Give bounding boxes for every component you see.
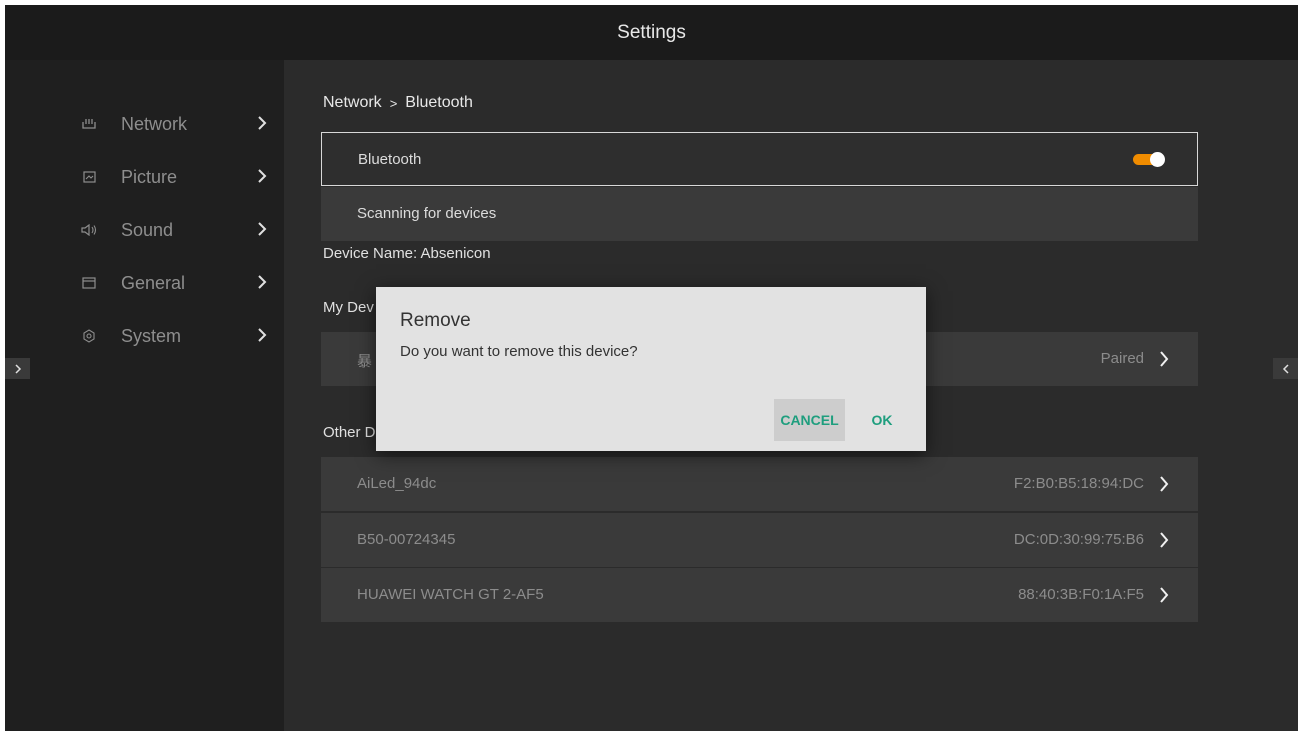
bluetooth-label: Bluetooth [358,151,422,168]
sidebar-item-label: Network [121,114,188,134]
sidebar-item-system[interactable]: System [5,316,284,356]
scanning-label: Scanning for devices [357,205,497,222]
sidebar-item-label: System [121,326,182,346]
sidebar-item-general[interactable]: General [5,263,284,303]
chevron-right-icon [258,275,267,289]
title-bar: Settings [5,5,1298,60]
device-name-value: Absenicon [420,245,491,262]
my-devices-header: My Dev [323,299,374,316]
chevron-right-icon [258,222,267,236]
chevron-right-icon [14,363,21,374]
dialog-title: Remove [400,310,471,331]
sidebar-item-label: Sound [121,220,174,240]
device-mac: F2:B0:B5:18:94:DC [1013,475,1144,492]
system-icon [81,328,97,344]
chevron-right-icon [1160,587,1169,603]
device-name: HUAWEI WATCH GT 2-AF5 [357,586,544,603]
device-name: AiLed_94dc [357,475,437,492]
chevron-left-icon [1282,363,1289,374]
chevron-right-icon [258,116,267,130]
device-mac: 88:40:3B:F0:1A:F5 [1018,586,1144,603]
settings-window: Settings Network Picture Sound General S… [5,5,1298,731]
general-icon [81,275,97,291]
cancel-button[interactable]: CANCEL [774,399,845,441]
sidebar-item-label: Picture [121,167,178,187]
chevron-right-icon [1160,351,1169,367]
scanning-row[interactable]: Scanning for devices [321,187,1198,241]
page-title: Settings [617,21,686,43]
bluetooth-toggle[interactable] [1133,152,1167,167]
network-icon [81,116,97,132]
device-name: 暴 [357,353,373,370]
breadcrumb-parent[interactable]: Network [323,94,382,112]
ok-button[interactable]: OK [857,399,907,441]
other-devices-header: Other D [323,424,376,441]
chevron-right-icon [258,328,267,342]
remove-device-dialog: Remove Do you want to remove this device… [376,287,926,451]
sound-icon [81,222,97,238]
device-name-line: Device Name: Absenicon [323,245,491,262]
breadcrumb-current: Bluetooth [405,94,473,111]
device-mac: DC:0D:30:99:75:B6 [1013,531,1144,548]
breadcrumb: Network > Bluetooth [323,94,473,112]
device-row[interactable]: HUAWEI WATCH GT 2-AF5 88:40:3B:F0:1A:F5 [321,568,1198,622]
picture-icon [81,169,97,185]
chevron-right-icon [258,169,267,183]
toggle-knob [1150,152,1165,167]
bluetooth-toggle-row[interactable]: Bluetooth [321,132,1198,186]
expand-sidebar-button[interactable] [5,358,30,379]
chevron-right-icon [1160,532,1169,548]
device-row[interactable]: B50-00724345 DC:0D:30:99:75:B6 [321,513,1198,567]
expand-right-panel-button[interactable] [1273,358,1298,379]
device-row[interactable]: AiLed_94dc F2:B0:B5:18:94:DC [321,457,1198,511]
dialog-message: Do you want to remove this device? [400,343,638,360]
sidebar-item-picture[interactable]: Picture [5,157,284,197]
sidebar-item-label: General [121,273,186,293]
device-status: Paired [1100,350,1144,367]
sidebar-item-network[interactable]: Network [5,104,284,144]
sidebar-item-sound[interactable]: Sound [5,210,284,250]
breadcrumb-separator: > [389,95,398,111]
device-name: B50-00724345 [357,531,456,548]
device-name-label: Device Name: [323,245,418,262]
sidebar: Network Picture Sound General System [5,60,284,731]
chevron-right-icon [1160,476,1169,492]
